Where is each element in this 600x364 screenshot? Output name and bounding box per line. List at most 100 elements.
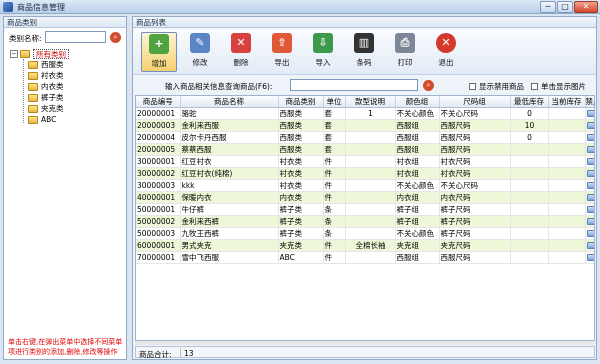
table-row[interactable]: 20000003 金利来西服 西服类套 西服组 西服尺码 10 <box>136 119 594 132</box>
tree-item-label: 夹克类 <box>41 104 64 113</box>
table-cell <box>510 239 549 252</box>
table-row[interactable]: 70000001 雪中飞西服 ABC 件 西服组 西服尺码 <box>136 251 594 264</box>
print-button[interactable]: ⎙ 打印 <box>387 32 423 72</box>
column-header[interactable]: 款型说明 <box>345 96 396 108</box>
table-row[interactable]: 50000002 金利来西裤 裤子类条 裤子组 裤子尺码 <box>136 215 594 228</box>
category-name-label: 类别名称: <box>9 34 42 43</box>
table-cell: 裤子类 <box>278 227 324 240</box>
table-row[interactable]: 50000001 牛仔裤 裤子类条 裤子组 裤子尺码 <box>136 203 594 216</box>
table-cell <box>585 155 594 168</box>
table-row[interactable]: 50000003 九牧王西裤 裤子类条 不关心颜色 裤子尺码 <box>136 227 594 240</box>
disable-toggle-icon[interactable] <box>587 122 594 129</box>
import-button[interactable]: ⇩ 导入 <box>305 32 341 72</box>
product-table[interactable]: 商品编号 商品名称 商品类别 单位 款型说明 颜色组 尺码组 最低库存 当前库存… <box>135 95 595 341</box>
table-cell <box>548 167 586 180</box>
table-cell <box>585 143 594 156</box>
table-cell: 50000001 <box>136 203 181 216</box>
disable-toggle-icon[interactable] <box>587 158 594 165</box>
column-header[interactable]: 商品类别 <box>278 96 324 108</box>
disable-toggle-icon[interactable] <box>587 170 594 177</box>
tree-item-label: 裤子类 <box>41 93 64 102</box>
table-cell: 西服尺码 <box>439 251 511 264</box>
barcode-button-label: 条码 <box>356 58 372 67</box>
window-title: 商品信息管理 <box>17 3 65 12</box>
column-header[interactable]: 禁用 <box>585 96 594 108</box>
column-header[interactable]: 商品编号 <box>136 96 181 108</box>
delete-button[interactable]: ✕ 删除 <box>223 32 259 72</box>
table-row[interactable]: 60000001 男式夹克 夹克类件全棉长袖 夹克组 夹克尺码 <box>136 239 594 252</box>
column-header[interactable]: 商品名称 <box>180 96 279 108</box>
category-search-icon[interactable]: ⌕ <box>110 32 121 43</box>
table-row[interactable]: 30000001 红豆衬衣 衬衣类件 衬衣组 衬衣尺码 <box>136 155 594 168</box>
table-cell: 裤子类 <box>278 215 324 228</box>
table-cell <box>345 143 396 156</box>
query-label: 输入商品相关信息查询商品(F6): <box>165 82 273 91</box>
table-cell: 夹克类 <box>278 239 324 252</box>
show-disabled-checkbox[interactable]: 显示禁用商品 <box>469 81 524 92</box>
barcode-button[interactable]: ▥ 条码 <box>346 32 382 72</box>
table-cell <box>548 227 586 240</box>
disable-toggle-icon[interactable] <box>587 146 594 153</box>
column-header[interactable]: 单位 <box>323 96 346 108</box>
product-query-input[interactable] <box>290 79 418 91</box>
column-header[interactable]: 尺码组 <box>439 96 511 108</box>
table-cell: 西服类 <box>278 119 324 132</box>
disable-toggle-icon[interactable] <box>587 134 594 141</box>
table-cell <box>345 131 396 144</box>
show-image-checkbox[interactable]: 单击显示图片 <box>531 81 586 92</box>
disable-toggle-icon[interactable] <box>587 230 594 237</box>
table-cell: 雪中飞西服 <box>180 251 279 264</box>
table-row[interactable]: 20000005 蔡蔡西服 西服类套 西服组 西服尺码 <box>136 143 594 156</box>
edit-button[interactable]: ✎ 修改 <box>182 32 218 72</box>
table-cell <box>345 227 396 240</box>
column-header[interactable]: 最低库存 <box>510 96 549 108</box>
add-button[interactable]: + 增加 <box>141 32 177 72</box>
table-cell: 裤子尺码 <box>439 227 511 240</box>
table-cell <box>548 191 586 204</box>
disable-toggle-icon[interactable] <box>587 218 594 225</box>
table-row[interactable]: 40000001 保暖内衣 内衣类件 内衣组 内衣尺码 <box>136 191 594 204</box>
folder-icon <box>28 72 38 80</box>
exit-button[interactable]: ✕ 退出 <box>428 32 464 72</box>
disable-toggle-icon[interactable] <box>587 182 594 189</box>
table-cell <box>548 239 586 252</box>
table-row[interactable]: 20000001 骆驼 西服类套 1 不关心颜色 不关心尺码 0 <box>136 107 594 120</box>
export-button[interactable]: ⇧ 导出 <box>264 32 300 72</box>
table-cell <box>345 203 396 216</box>
table-cell <box>345 251 396 264</box>
column-header[interactable]: 当前库存 <box>548 96 586 108</box>
category-search-row: 类别名称: ⌕ <box>7 31 125 44</box>
close-button[interactable]: ✕ <box>574 1 598 13</box>
tree-connector-line <box>23 59 24 123</box>
disable-toggle-icon[interactable] <box>587 242 594 249</box>
table-cell <box>585 167 594 180</box>
table-row[interactable]: 20000004 皮尔卡丹西服 西服类套 西服组 西服尺码 0 <box>136 131 594 144</box>
disable-toggle-icon[interactable] <box>587 206 594 213</box>
tree-root-label: 所有类别 <box>33 49 69 59</box>
table-cell <box>510 203 549 216</box>
table-row[interactable]: 30000003 kkk 衬衣类件 不关心颜色 不关心尺码 <box>136 179 594 192</box>
table-cell: 衬衣组 <box>395 167 440 180</box>
footer-divider <box>180 348 181 357</box>
minimize-button[interactable]: ─ <box>540 1 556 13</box>
table-cell <box>510 155 549 168</box>
table-cell <box>548 107 586 120</box>
product-search-icon[interactable]: ⌕ <box>423 80 434 91</box>
disable-toggle-icon[interactable] <box>587 110 594 117</box>
category-name-input[interactable] <box>45 31 106 43</box>
table-cell: 西服类 <box>278 131 324 144</box>
horizontal-scrollbar[interactable] <box>135 341 595 345</box>
table-cell: 保暖内衣 <box>180 191 279 204</box>
total-label: 商品合计: <box>139 350 172 359</box>
disable-toggle-icon[interactable] <box>587 254 594 261</box>
table-row[interactable]: 30000002 红豆衬衣(纯棉) 衬衣类件 衬衣组 衬衣尺码 <box>136 167 594 180</box>
column-header[interactable]: 颜色组 <box>395 96 440 108</box>
table-cell: 裤子组 <box>395 203 440 216</box>
table-cell <box>548 179 586 192</box>
maximize-button[interactable]: □ <box>557 1 573 13</box>
collapse-toggle-icon[interactable]: − <box>10 50 18 58</box>
window-titlebar[interactable]: 商品信息管理 ─ □ ✕ <box>0 0 600 14</box>
delete-icon: ✕ <box>231 33 251 53</box>
table-cell <box>585 179 594 192</box>
disable-toggle-icon[interactable] <box>587 194 594 201</box>
